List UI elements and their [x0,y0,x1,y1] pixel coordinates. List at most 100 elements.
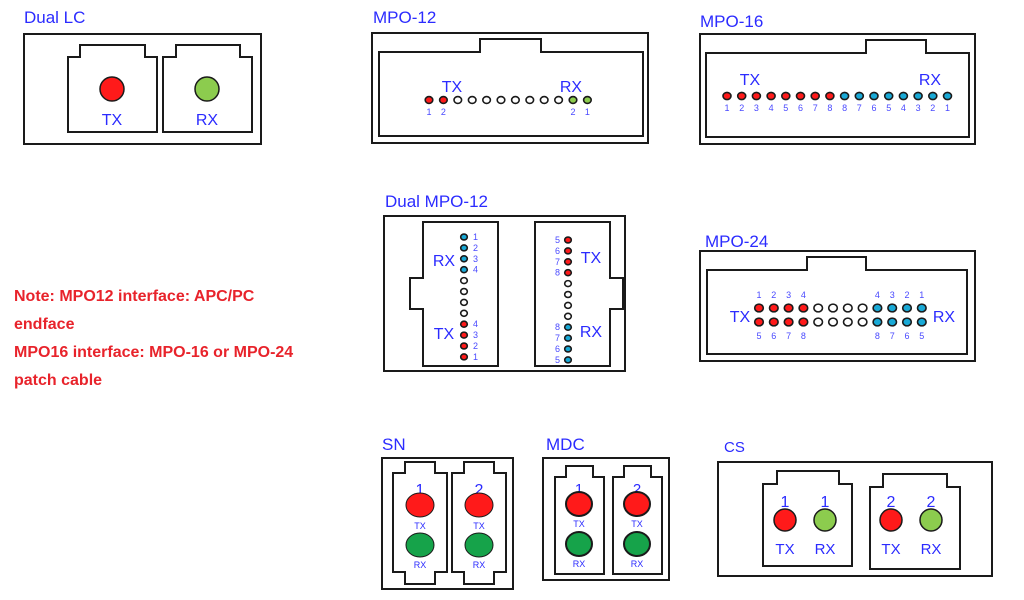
mpo16-fiber-number: 1 [945,103,950,113]
dual-mpo12-right-fiber-number: 8 [555,268,560,278]
mpo16-fiber-rx [913,91,923,101]
mpo16-fiber-rx [839,91,850,101]
dual-mpo12-right-fiber-number: 8 [555,322,560,332]
mdc-port-2-rx-label: RX [631,559,644,569]
sn-port-1-tx-label: TX [414,521,426,531]
mpo24-bottom-fiber-number: 6 [771,331,776,341]
mpo24-top-fiber-number: 4 [801,290,806,300]
mpo24-top-fiber-number: 4 [875,290,880,300]
sn-port-2-rx-label: RX [473,560,486,570]
mpo24-bottom-fiber-tx [768,317,779,327]
mpo16-fiber-number: 5 [783,103,788,113]
mpo16-connector: TX RX 1234567887654321 [699,33,976,145]
dual-mpo12-right-rx-label: RX [580,324,603,341]
mpo16-fiber-number: 4 [769,103,774,113]
dual-mpo12-right-fiber-number: 7 [555,257,560,267]
mpo24-bottom-fiber-number: 8 [875,331,880,341]
mpo16-fiber-rx [927,91,938,101]
dual-mpo12-left-fiber-tx [459,353,469,361]
dual-mpo12-right-port [534,221,624,367]
dual-mpo12-right-fiber-tx [563,268,573,277]
dual-mpo12-left-fiber-number: 1 [473,232,478,242]
mpo12-fiber-empty [525,95,535,105]
mpo12-fiber-number: 2 [570,107,575,117]
dual-mpo12-left-fiber-number: 4 [473,265,478,275]
cs-housing [717,461,993,577]
dual-mpo12-left-fiber-empty [459,287,469,296]
mpo16-fiber-number: 6 [871,103,876,113]
mpo16-fiber-rx [883,91,894,101]
mpo12-fiber-empty [453,95,463,105]
cs-port-1-rx-fiber [813,508,837,532]
mpo16-fiber-number: 8 [827,103,832,113]
dual-mpo12-left-fiber-tx [459,342,469,350]
mpo24-top-fiber-tx [783,303,794,313]
mpo16-rx-label: RX [919,72,942,89]
mpo24-bottom-fiber-empty [857,317,868,327]
sn-port-1-rx-fiber [405,532,435,558]
dual-mpo12-left-fiber-rx [459,265,469,274]
dual-mpo12-right-tx-label: TX [581,250,602,267]
cs-port-1-rx-label: RX [815,541,836,558]
mpo12-fiber-number: 1 [426,107,431,117]
dual-mpo12-right-fiber-rx [563,334,573,342]
mpo12-fiber-empty [553,95,564,105]
mdc-port-1-rx-fiber [565,531,593,557]
mpo16-housing [699,33,976,145]
mpo16-fiber-tx [795,91,806,101]
mdc-port-2-tx-fiber [623,491,651,517]
dual-mpo12-right-fiber-rx [563,356,573,364]
mpo24-bottom-fiber-rx [872,317,883,327]
sn-port-2-tx-label: TX [473,521,485,531]
mpo24-bottom-fiber-rx [901,317,913,327]
cs-port-2-rx-fiber [919,508,943,532]
mpo24-top-fiber-empty [813,303,824,313]
mpo12-fiber-empty [510,95,521,105]
mpo24-bottom-fiber-number: 6 [904,331,909,341]
mpo24-bottom-fiber-tx [798,317,809,327]
cs-port-2-tx-label: TX [881,541,900,558]
mpo12-fiber-empty [539,95,549,105]
mpo24-top-fiber-number: 2 [771,290,776,300]
dual-mpo12-right-fiber-tx [563,258,573,266]
sn-port-2-tx-fiber [464,492,494,518]
mpo24-top-fiber-empty [827,303,839,313]
dual-mpo12-right-fiber-number: 5 [555,355,560,365]
mpo12-fiber-tx [424,95,434,105]
mpo16-fiber-number: 5 [886,103,891,113]
mpo24-top-fiber-number: 1 [919,290,924,300]
cs-port-2-tx-fiber [879,508,903,532]
dual-mpo12-left-fiber-number: 3 [473,254,478,264]
lc-rx-fiber [194,76,220,102]
dual-mpo12-left-fiber-number: 2 [473,243,478,253]
mpo16-fiber-number: 7 [857,103,862,113]
mpo24-top-fiber-rx [872,303,883,313]
mpo16-fiber-number: 8 [842,103,847,113]
dual-mpo12-left-fiber-empty [459,276,469,285]
dual-mpo12-right-fiber-rx [563,345,573,353]
dual-mpo12-left-fiber-tx [459,331,469,339]
dual-mpo12-right-fiber-column: 56788765 [555,235,573,365]
mpo12-fiber-number: 2 [441,107,446,117]
sn-connector: 1 2 TX TX RX RX [381,457,514,590]
mpo16-fiber-row: 1234567887654321 [722,91,953,113]
dual-mpo12-left-fiber-number: 4 [473,319,478,329]
mpo24-top-fiber-number: 3 [786,290,791,300]
mpo12-inner-key [378,38,644,137]
dual-mpo12-left-port [409,221,499,367]
mpo12-fiber-rx [568,95,578,105]
mpo16-fiber-rx [898,91,909,101]
dual-mpo12-right-fiber-tx [563,247,573,255]
dual-mpo12-left-fiber-number: 2 [473,341,478,351]
cs-port-1-tx-fiber [773,508,797,532]
mpo24-bottom-fiber-number: 5 [919,331,924,341]
mpo12-fiber-empty [467,95,477,105]
mpo24-bottom-fiber-number: 8 [801,331,806,341]
lc-tx-fiber [99,76,125,102]
mpo16-fiber-tx [722,91,732,101]
mpo16-fiber-number: 7 [813,103,818,113]
mpo24-bottom-fiber-number: 7 [786,331,791,341]
dual-mpo12-right-fiber-number: 6 [555,246,560,256]
lc-tx-label: TX [102,112,123,129]
cs-connector: 1 1 2 2 TX RX TX RX [717,461,993,577]
